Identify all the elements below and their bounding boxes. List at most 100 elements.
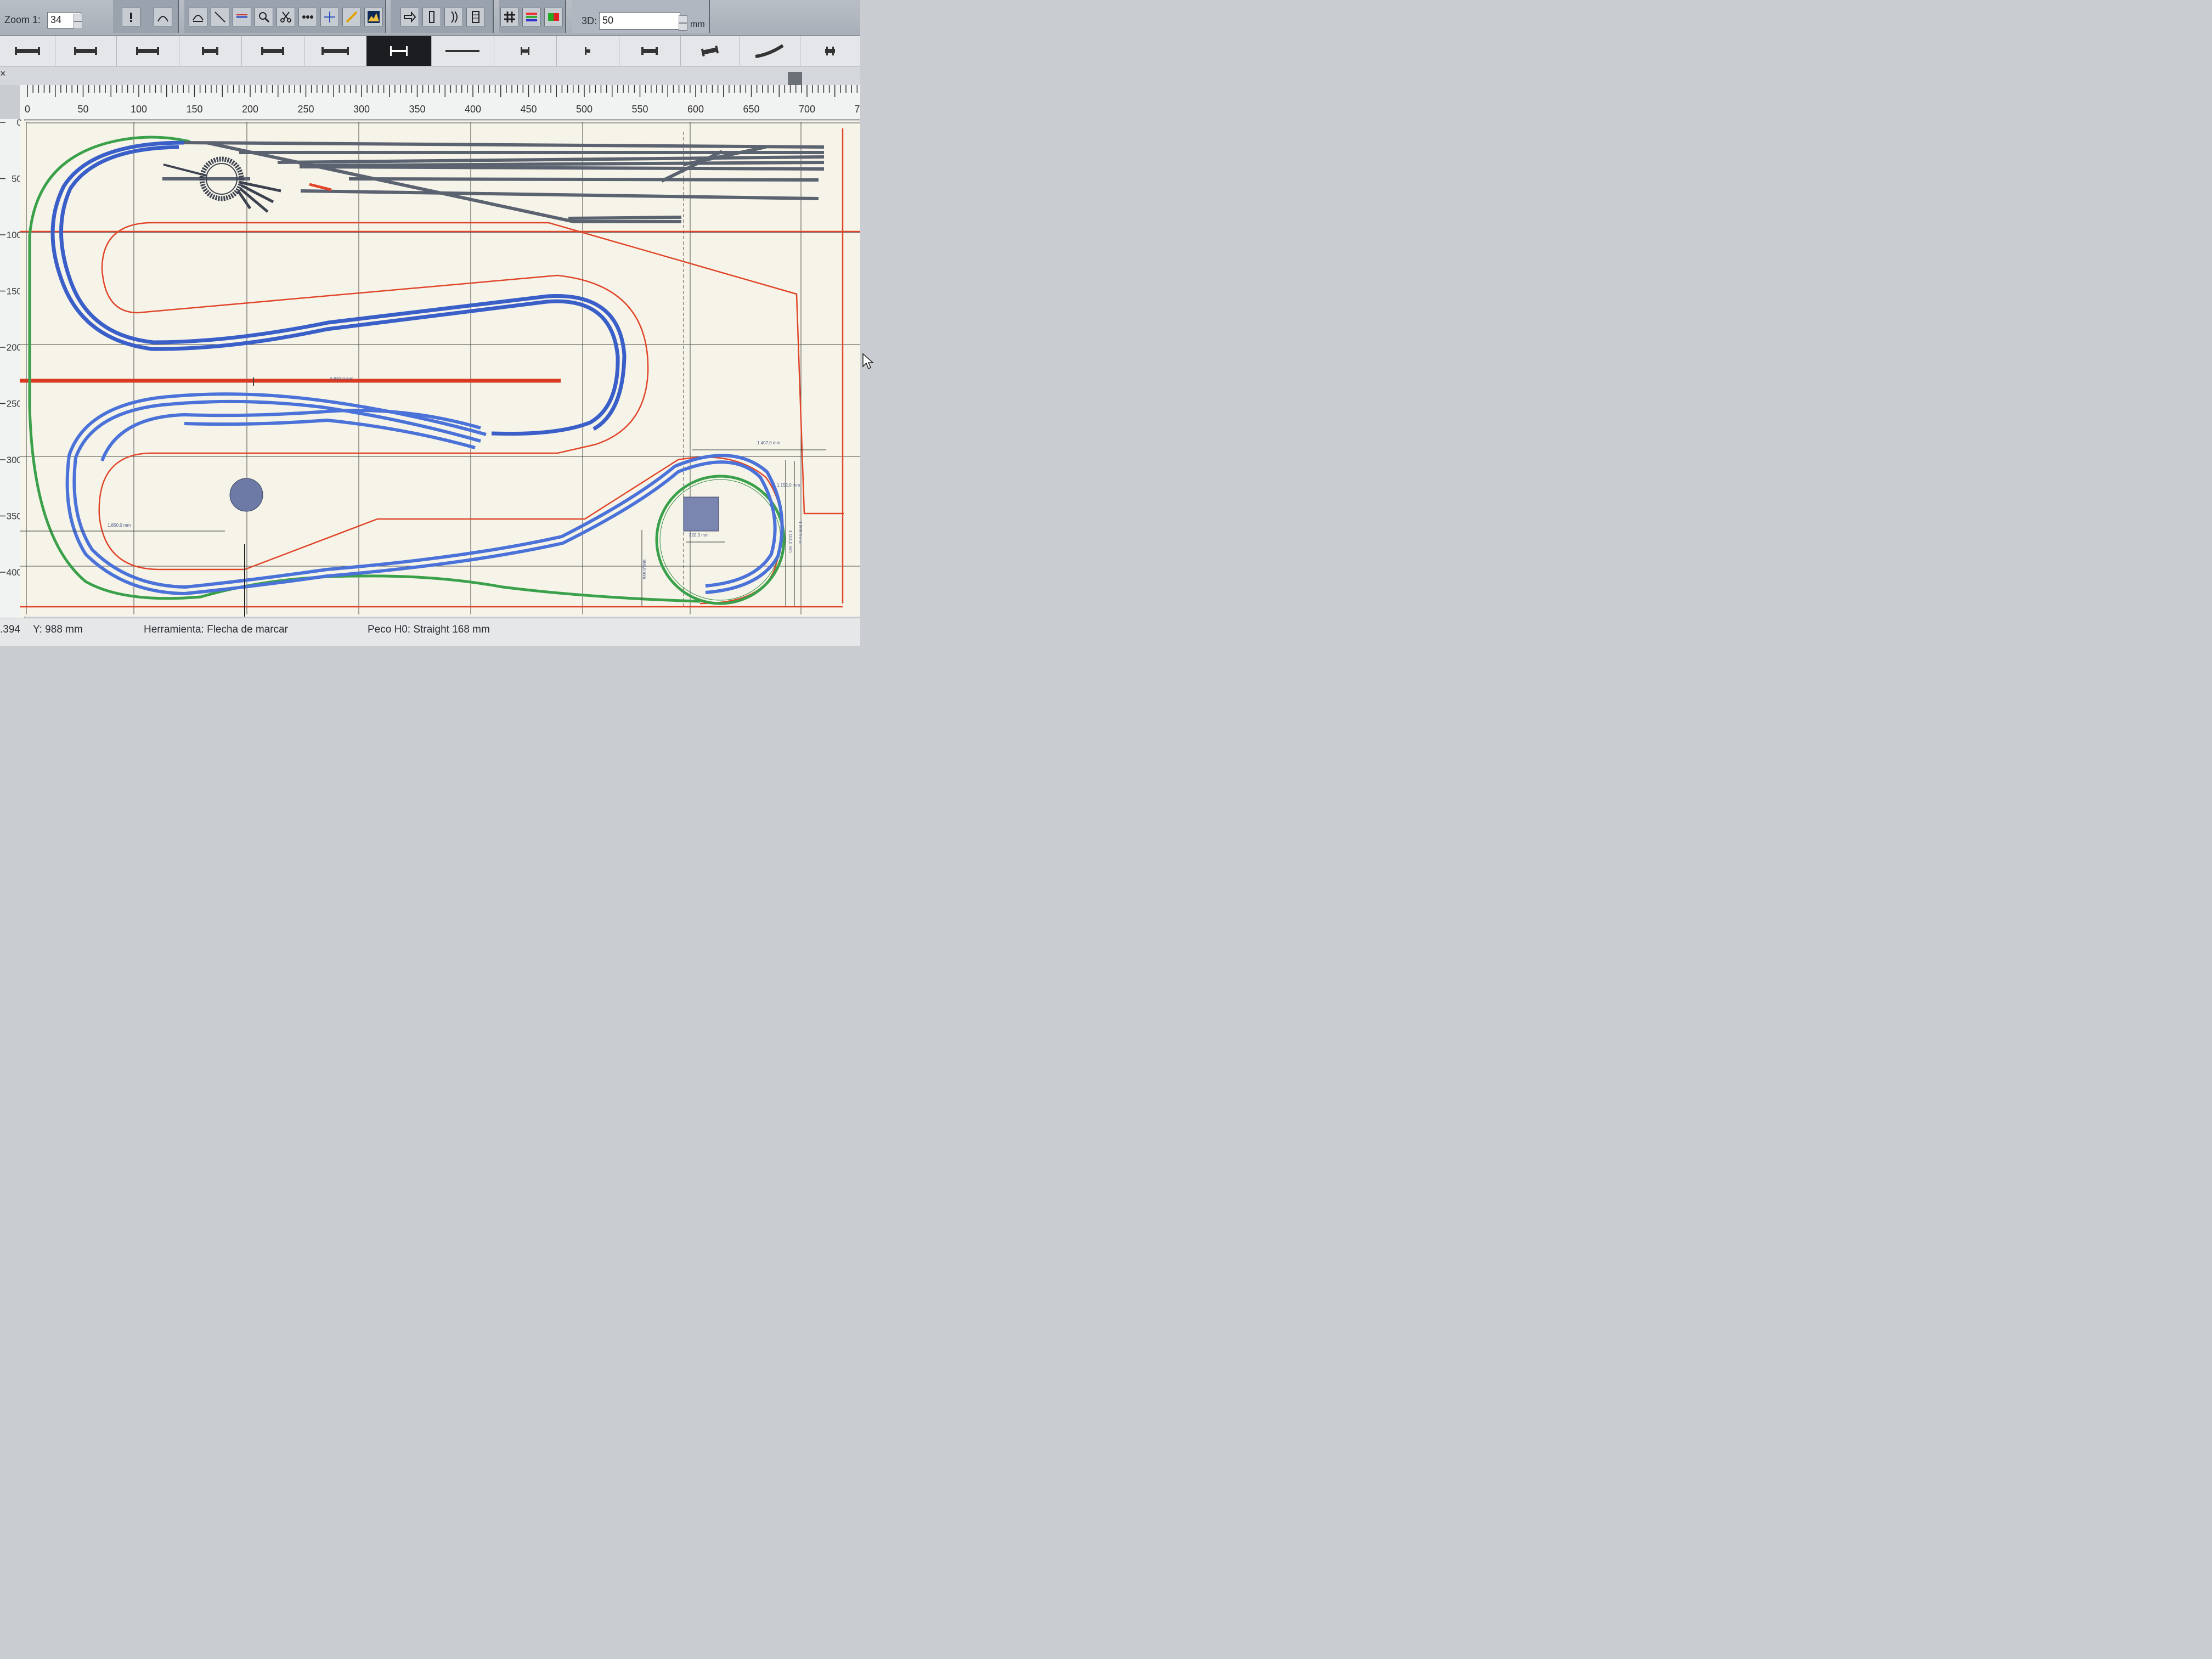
straight-track-icon: [202, 47, 218, 55]
scissors-icon[interactable]: [276, 8, 295, 26]
short-track-icon: [641, 47, 658, 55]
blue-track-upper: [50, 140, 627, 436]
status-bar: .394 Y: 988 mm Herramienta: Flecha de ma…: [0, 618, 860, 646]
track-straight-icon[interactable]: [466, 8, 485, 26]
piece-straight-flex[interactable]: [304, 36, 367, 66]
move-icon[interactable]: [320, 8, 339, 26]
grid-lines: [20, 122, 860, 614]
layers-icon[interactable]: [522, 8, 541, 26]
3d-up-arrow-icon[interactable]: [679, 15, 687, 23]
ruler-x-tick-label: 600: [687, 104, 704, 115]
straight-track-icon: [390, 46, 408, 56]
dim-right-height-a: 1.152,0 mm: [777, 483, 800, 488]
piece-short-c[interactable]: [619, 36, 681, 66]
box-obstacle[interactable]: [683, 496, 719, 532]
piece-straight-medium[interactable]: [55, 36, 117, 66]
horizontal-scroll-thumb[interactable]: [788, 72, 802, 85]
piece-selected[interactable]: [366, 36, 432, 66]
curve-track-icon: [755, 44, 784, 58]
status-y-coord: Y: 988 mm: [33, 624, 83, 635]
dim-right-width: 1.407,0 mm: [757, 441, 781, 445]
toolbar-group-view: [499, 0, 566, 33]
straight-track-icon: [321, 47, 349, 55]
layout-canvas[interactable]: 5.882,0 mm 1.407,0 mm 1.152,0 mm 1.850,0…: [20, 121, 874, 617]
line-tool-icon[interactable]: [211, 8, 229, 26]
piece-short-b[interactable]: [556, 36, 619, 66]
color-toggle-icon[interactable]: [544, 8, 563, 26]
status-tool: Herramienta: Flecha de marcar: [144, 624, 288, 635]
green-track: [28, 136, 786, 605]
ruler-x-tick-label: 700: [799, 104, 815, 115]
toolbar-group-switches: [391, 0, 494, 33]
grey-station-tracks: [162, 141, 825, 223]
zoom-label: Zoom 1:: [4, 14, 41, 25]
track-layout-drawing[interactable]: 5.882,0 mm 1.407,0 mm 1.152,0 mm 1.850,0…: [20, 121, 860, 617]
measure-icon[interactable]: [342, 8, 361, 26]
track-curve-join-icon[interactable]: [444, 8, 463, 26]
piece-straight-long[interactable]: [0, 36, 55, 66]
ruler-x-tick-label: 50: [77, 104, 88, 115]
ruler-x-tick-label: 300: [353, 104, 370, 115]
arc-tool-icon[interactable]: [189, 8, 207, 26]
piece-rail[interactable]: [431, 36, 494, 66]
toolbar-group-tools: [184, 0, 386, 33]
horizontal-ruler: 0 50 100 150 200 250 300 350 400 450 500 550 600 650 7…: [20, 85, 871, 120]
turntable: [163, 156, 281, 213]
track-piece-strip: [0, 36, 860, 66]
close-icon[interactable]: ×: [0, 68, 6, 80]
3d-label: 3D:: [582, 15, 597, 26]
piece-short-a[interactable]: [494, 36, 557, 66]
piece-angled[interactable]: [680, 36, 740, 66]
piece-straight-short[interactable]: [116, 36, 179, 66]
ruler-x-tick-label: 450: [520, 104, 537, 115]
ruler-x-tick-label: 350: [409, 104, 425, 115]
dim-right-h3: 668,0 mm: [642, 560, 647, 579]
curve-tool-icon[interactable]: [154, 8, 172, 26]
3d-down-arrow-icon[interactable]: [679, 23, 687, 31]
status-x-coord: .394: [0, 624, 20, 635]
ruler-x-tick-label: 750: [854, 104, 860, 115]
short-track-icon: [585, 47, 590, 55]
connect-icon[interactable]: [298, 8, 317, 26]
track-join-icon[interactable]: [422, 8, 441, 26]
zoom-up-arrow-icon[interactable]: [74, 14, 82, 21]
ruler-x-tick-label: 200: [242, 104, 258, 115]
ruler-x-tick-label: 250: [297, 104, 314, 115]
rail-icon: [445, 50, 479, 52]
ruler-x-tick-label: 0: [25, 104, 30, 115]
dim-right-h1: 1.306,0 mm: [798, 521, 803, 545]
ruler-x-tick-label: 400: [465, 104, 481, 115]
piece-curve[interactable]: [740, 36, 800, 66]
green-track-rail: [659, 479, 781, 601]
dim-left-width: 1.850,0 mm: [108, 523, 131, 528]
piece-buffer[interactable]: [800, 36, 860, 66]
height-profile-icon[interactable]: [364, 8, 383, 26]
arrow-right-icon[interactable]: [400, 8, 419, 26]
main-toolbar: Zoom 1: 34 3D: 50 mm: [0, 0, 860, 36]
column-obstacle[interactable]: [229, 478, 263, 512]
grid-icon[interactable]: [500, 8, 519, 26]
angled-track-icon: [701, 46, 719, 57]
info-icon[interactable]: [122, 8, 140, 26]
piece-straight-168[interactable]: [179, 36, 242, 66]
3d-input[interactable]: 50: [599, 12, 680, 30]
straight-track-icon: [136, 47, 159, 55]
zoom-down-arrow-icon[interactable]: [74, 21, 82, 29]
ruler-x-tick-label: 500: [576, 104, 592, 115]
ruler-x-tick-label: 650: [743, 104, 759, 115]
flex-track-icon[interactable]: [233, 8, 251, 26]
dim-box-width: 320,0 mm: [689, 533, 709, 538]
status-piece: Peco H0: Straight 168 mm: [368, 624, 490, 635]
ruler-x-tick-label: 100: [131, 104, 147, 115]
straight-track-icon: [74, 47, 97, 55]
dim-right-h2: 1.114,0 mm: [788, 530, 793, 553]
straight-track-icon: [15, 47, 40, 55]
toolbar-group-edit: [113, 0, 179, 33]
ruler-x-tick-label: 150: [186, 104, 202, 115]
zoom-magnifier-icon[interactable]: [255, 8, 273, 26]
buffer-stop-icon: [825, 47, 835, 55]
piece-straight-double[interactable]: [241, 36, 304, 66]
canvas-header-bar: [0, 66, 860, 85]
short-track-icon: [521, 47, 529, 55]
baseboard-outline: [20, 128, 860, 608]
